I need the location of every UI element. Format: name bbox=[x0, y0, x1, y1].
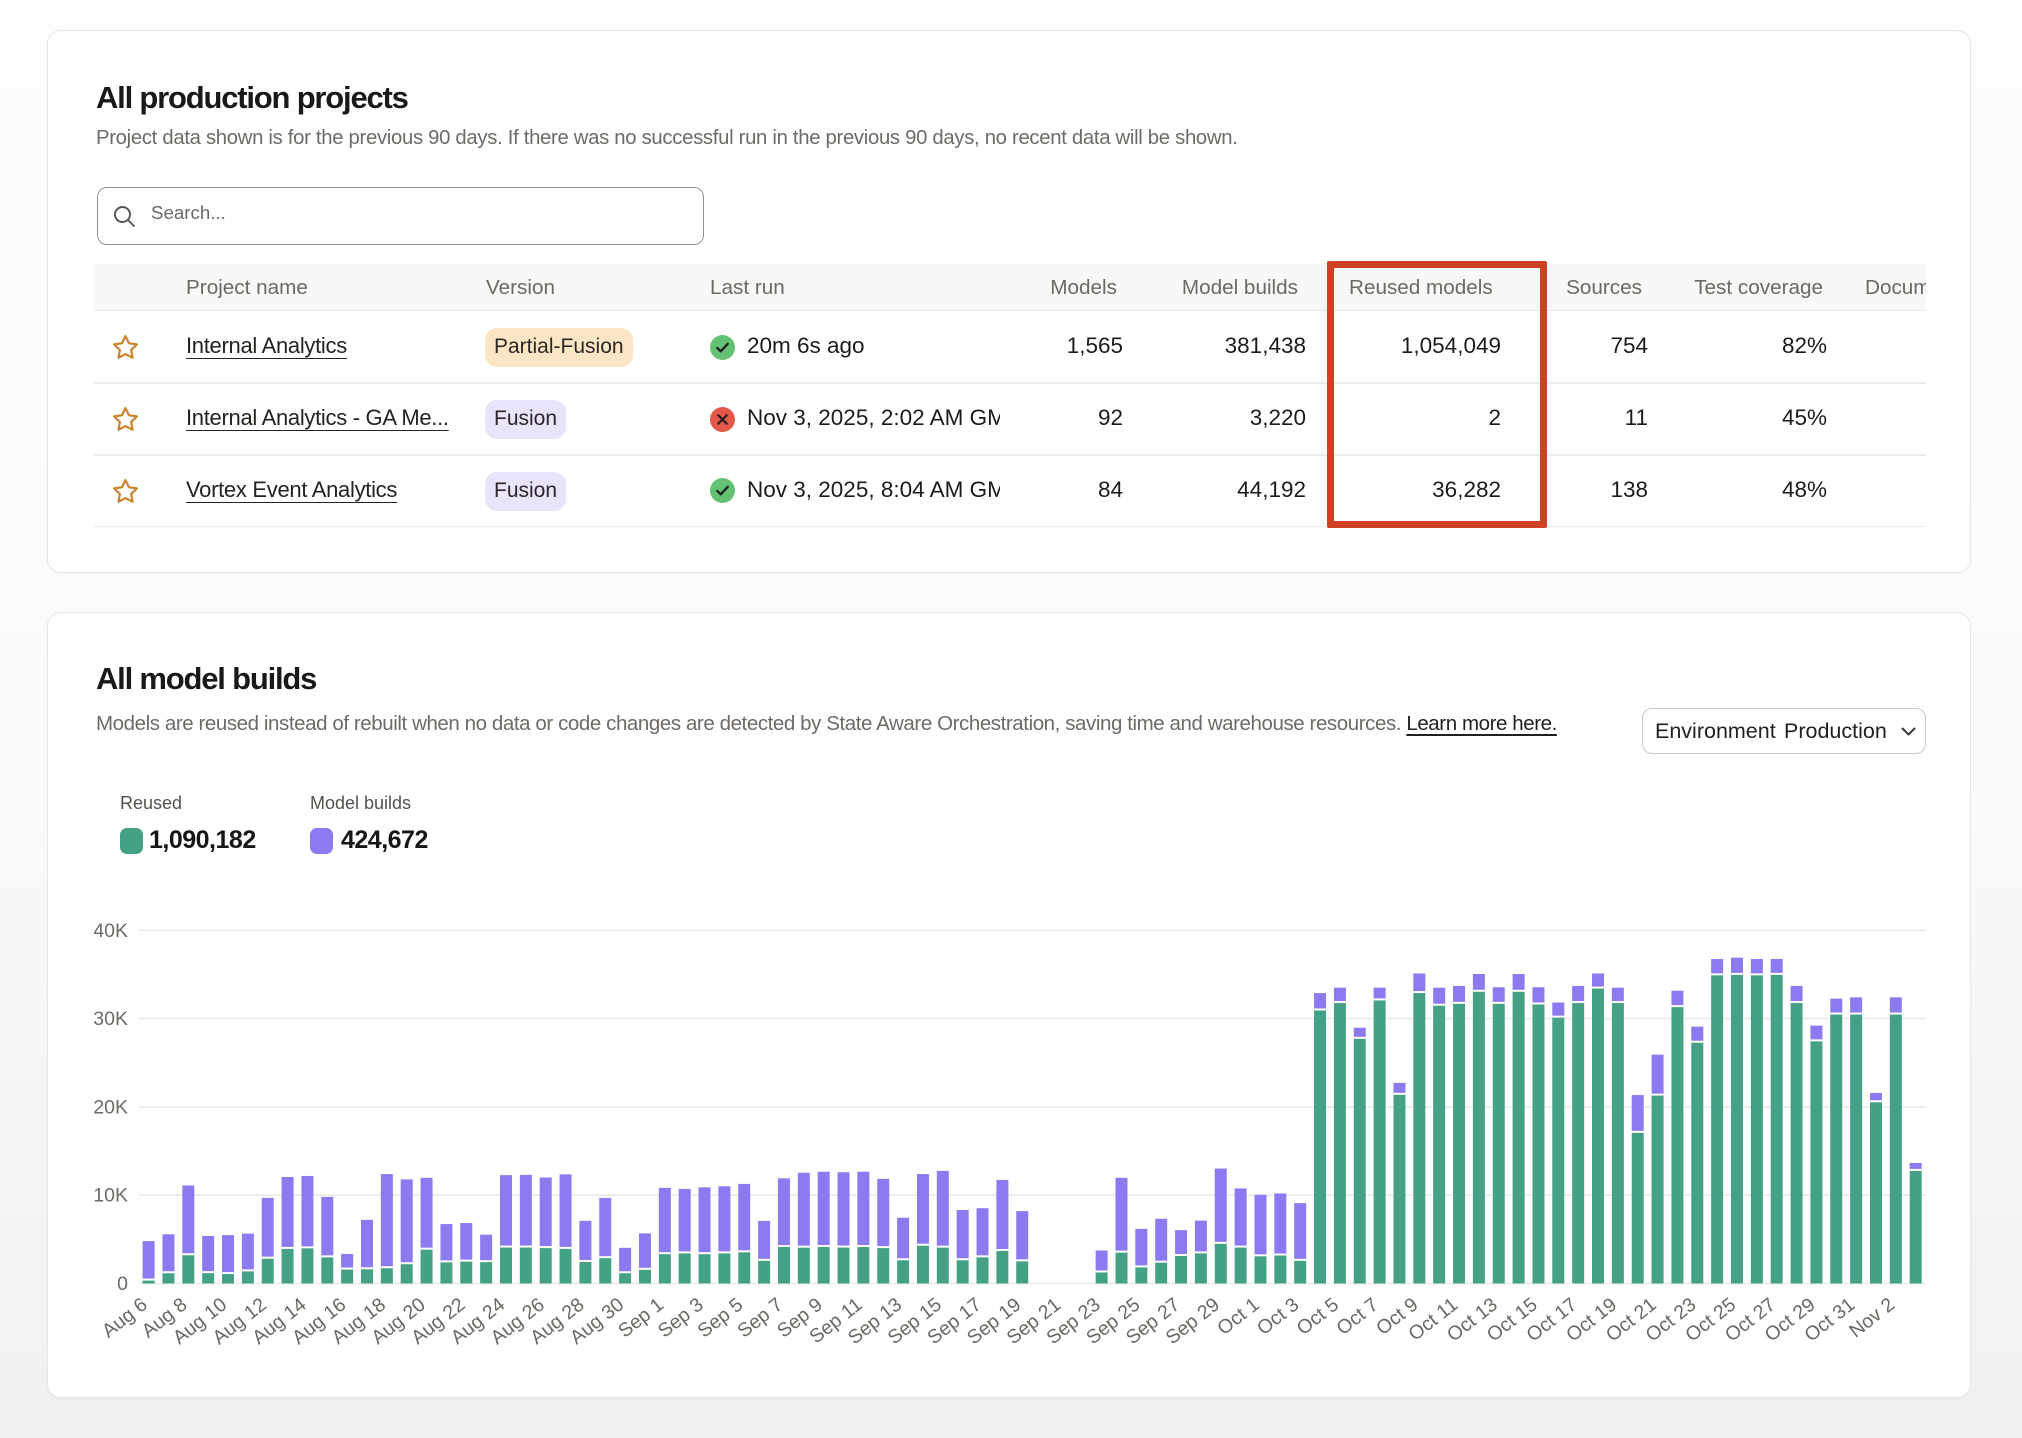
svg-text:0: 0 bbox=[117, 1273, 128, 1295]
svg-text:Aug 6: Aug 6 bbox=[98, 1294, 152, 1343]
svg-text:10K: 10K bbox=[94, 1185, 128, 1207]
svg-text:30K: 30K bbox=[94, 1008, 128, 1030]
svg-text:Oct 3: Oct 3 bbox=[1253, 1294, 1303, 1340]
svg-text:20K: 20K bbox=[94, 1096, 128, 1118]
svg-text:Oct 1: Oct 1 bbox=[1213, 1294, 1263, 1340]
svg-text:Oct 5: Oct 5 bbox=[1293, 1294, 1343, 1340]
svg-text:Oct 7: Oct 7 bbox=[1332, 1294, 1382, 1340]
svg-text:Sep 3: Sep 3 bbox=[654, 1294, 708, 1343]
svg-text:Sep 7: Sep 7 bbox=[733, 1294, 787, 1343]
svg-text:Nov 2: Nov 2 bbox=[1845, 1294, 1899, 1343]
svg-text:Sep 5: Sep 5 bbox=[694, 1294, 748, 1343]
svg-text:40K: 40K bbox=[94, 920, 128, 942]
svg-text:Sep 1: Sep 1 bbox=[614, 1294, 668, 1343]
